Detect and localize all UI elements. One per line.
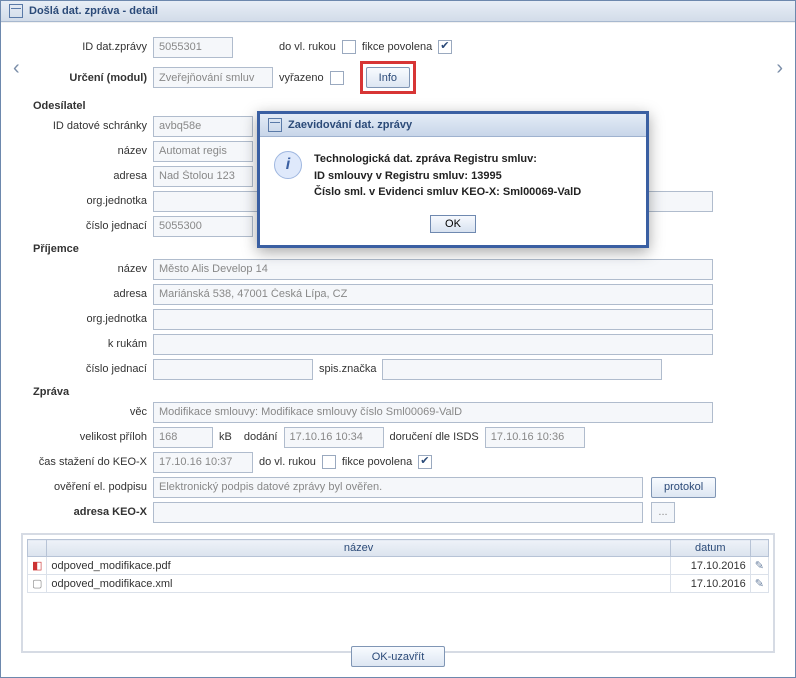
window-title: Došlá dat. zpráva - detail (29, 5, 158, 17)
id-dat-zpravy-input[interactable] (153, 37, 233, 58)
label-rec-nazev: název (33, 263, 153, 275)
vec-input[interactable] (153, 402, 713, 423)
modal-text: Technologická dat. zpráva Registru smluv… (314, 151, 581, 201)
col-nazev[interactable]: název (47, 540, 670, 557)
rec-spis-input[interactable] (382, 359, 662, 380)
nav-next-icon[interactable]: › (776, 57, 783, 80)
titlebar: Došlá dat. zpráva - detail (1, 1, 795, 22)
label-id-ds: ID datové schránky (33, 120, 153, 132)
modal-line1: Technologická dat. zpráva Registru smluv… (314, 151, 581, 168)
rec-nazev-input[interactable] (153, 259, 713, 280)
label-dodani: dodání (238, 431, 284, 443)
col-datum[interactable]: datum (670, 540, 750, 557)
label-rec-cj: číslo jednací (33, 363, 153, 375)
rec-adresa-input[interactable] (153, 284, 713, 305)
sender-cj-input[interactable] (153, 216, 253, 237)
section-zprava: Zpráva (33, 386, 763, 398)
msg-dovlrukou-checkbox[interactable] (322, 455, 336, 469)
modal-titlebar: Zaevidování dat. zprávy (260, 114, 646, 137)
info-icon: i (274, 151, 302, 179)
modal-body: i Technologická dat. zpráva Registru sml… (260, 137, 646, 211)
label-sender-adresa: adresa (33, 170, 153, 182)
modal-line3: Číslo sml. v Evidenci smluv KEO-X: Sml00… (314, 184, 581, 201)
sender-adresa-input[interactable] (153, 166, 253, 187)
velpriloh-input[interactable] (153, 427, 213, 448)
doruceni-isds-input[interactable] (485, 427, 585, 448)
adresa-keox-input[interactable] (153, 502, 643, 523)
ok-close-button[interactable]: OK-uzavřít (351, 646, 446, 667)
casstazeni-input[interactable] (153, 452, 253, 473)
label-kb: kB (213, 431, 238, 443)
browse-keox-button[interactable]: ... (651, 502, 675, 523)
label-msg-dovlrukou: do vl. rukou (253, 456, 322, 468)
table-row[interactable]: ▢ odpoved_modifikace.xml 17.10.2016 ✎ (28, 575, 769, 593)
attach-name: odpoved_modifikace.xml (47, 575, 670, 593)
dodani-input[interactable] (284, 427, 384, 448)
modal-app-icon (268, 118, 282, 132)
label-doruceni-isds: doručení dle ISDS (384, 431, 485, 443)
vyrazeno-checkbox[interactable] (330, 71, 344, 85)
urceni-modul-input[interactable] (153, 67, 273, 88)
xml-icon: ▢ (28, 575, 47, 593)
main-window: Došlá dat. zpráva - detail ‹ › ID dat.zp… (0, 0, 796, 678)
app-icon (9, 4, 23, 18)
pdf-icon: ◧ (28, 557, 47, 575)
rec-krukam-input[interactable] (153, 334, 713, 355)
nav-prev-icon[interactable]: ‹ (13, 57, 20, 80)
label-overeni: ověření el. podpisu (33, 481, 153, 493)
attach-date: 17.10.2016 (670, 557, 750, 575)
attach-date: 17.10.2016 (670, 575, 750, 593)
attachments-table: název datum ◧ odpoved_modifikace.pdf 17.… (27, 539, 769, 593)
label-adresa-keox: adresa KEO-X (33, 506, 153, 518)
form-area: ID dat.zprávy do vl. rukou fikce povolen… (33, 36, 763, 523)
sender-idds-input[interactable] (153, 116, 253, 137)
edit-icon[interactable]: ✎ (750, 557, 768, 575)
label-spis-znacka: spis.značka (313, 363, 382, 375)
modal-title: Zaevidování dat. zprávy (288, 119, 412, 131)
footer: OK-uzavřít (1, 646, 795, 667)
info-button[interactable]: Info (366, 67, 410, 88)
label-sender-orgj: org.jednotka (33, 195, 153, 207)
label-vec: věc (33, 406, 153, 418)
modal-line2: ID smlouvy v Registru smluv: 13995 (314, 168, 581, 185)
label-casstazeni: čas stažení do KEO-X (33, 456, 153, 468)
label-sender-cj: číslo jednací (33, 220, 153, 232)
modal-ok-button[interactable]: OK (430, 215, 476, 233)
label-rec-krukam: k rukám (33, 338, 153, 350)
fikce-povolena-checkbox[interactable] (438, 40, 452, 54)
rec-cj-input[interactable] (153, 359, 313, 380)
label-do-vl-rukou: do vl. rukou (273, 41, 342, 53)
label-rec-adresa: adresa (33, 288, 153, 300)
attach-name: odpoved_modifikace.pdf (47, 557, 670, 575)
label-velpriloh: velikost příloh (33, 431, 153, 443)
col-action (750, 540, 768, 557)
modal-footer: OK (260, 211, 646, 245)
label-rec-orgj: org.jednotka (33, 313, 153, 325)
label-msg-fikce: fikce povolena (336, 456, 418, 468)
msg-fikce-checkbox[interactable] (418, 455, 432, 469)
rec-orgj-input[interactable] (153, 309, 713, 330)
sender-nazev-input[interactable] (153, 141, 253, 162)
label-id-dat-zpravy: ID dat.zprávy (33, 41, 153, 53)
label-sender-nazev: název (33, 145, 153, 157)
overeni-input[interactable] (153, 477, 643, 498)
modal-dialog: Zaevidování dat. zprávy i Technologická … (257, 111, 649, 248)
col-icon (28, 540, 47, 557)
label-urceni-modul: Určení (modul) (33, 72, 153, 84)
label-fikce-povolena: fikce povolena (356, 41, 438, 53)
info-highlight-box: Info (360, 61, 416, 94)
protokol-button[interactable]: protokol (651, 477, 716, 498)
table-row[interactable]: ◧ odpoved_modifikace.pdf 17.10.2016 ✎ (28, 557, 769, 575)
do-vl-rukou-checkbox[interactable] (342, 40, 356, 54)
attachments-panel: název datum ◧ odpoved_modifikace.pdf 17.… (21, 533, 775, 653)
edit-icon[interactable]: ✎ (750, 575, 768, 593)
label-vyrazeno: vyřazeno (273, 72, 330, 84)
